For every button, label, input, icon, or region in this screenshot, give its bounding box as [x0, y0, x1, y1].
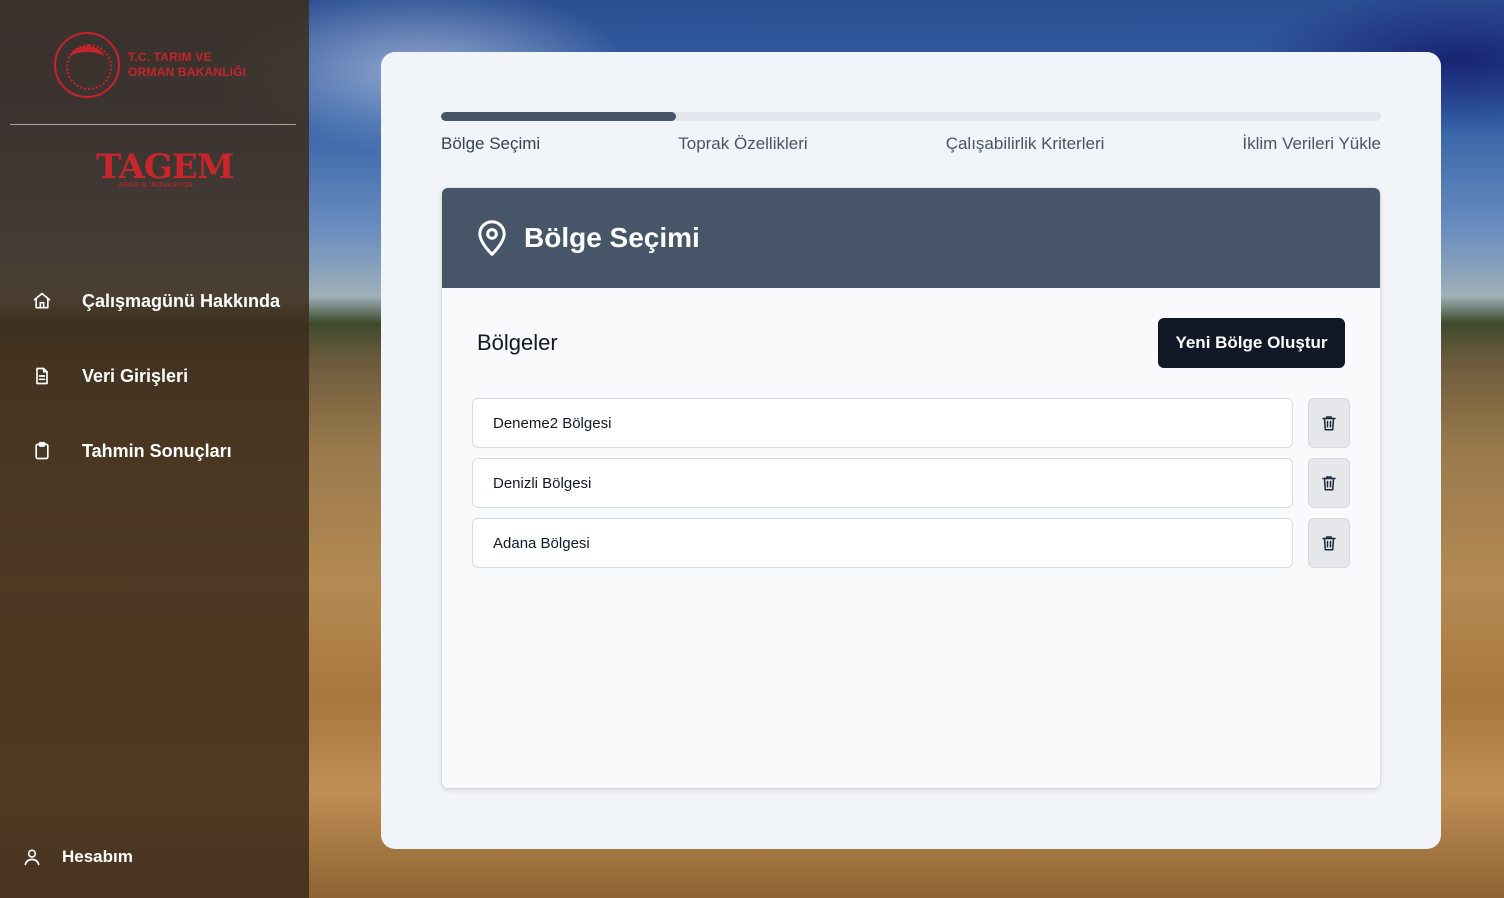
account-link[interactable]: Hesabım	[20, 842, 133, 872]
sidebar-divider	[10, 124, 296, 125]
delete-region-button[interactable]	[1308, 518, 1350, 568]
ministry-emblem-icon	[54, 32, 120, 98]
sidebar-item-data-entries[interactable]: Veri Girişleri	[30, 361, 188, 391]
trash-icon	[1320, 473, 1338, 493]
step-soil-properties[interactable]: Toprak Özellikleri	[678, 134, 807, 158]
region-field[interactable]: Adana Bölgesi	[472, 518, 1293, 568]
regions-heading: Bölgeler	[477, 330, 558, 355]
step-workability-criteria[interactable]: Çalışabilirlik Kriterleri	[946, 134, 1105, 158]
ministry-name-line1: T.C. TARIM VE	[128, 50, 212, 64]
sidebar-item-label: Tahmin Sonuçları	[82, 440, 232, 461]
region-row: Deneme2 Bölgesi	[472, 398, 1350, 448]
user-icon	[20, 845, 44, 869]
region-field[interactable]: Denizli Bölgesi	[472, 458, 1293, 508]
account-label: Hesabım	[62, 847, 133, 866]
region-row: Denizli Bölgesi	[472, 458, 1350, 508]
region-field[interactable]: Deneme2 Bölgesi	[472, 398, 1293, 448]
home-icon	[30, 289, 54, 313]
document-icon	[30, 364, 54, 388]
ministry-name-line2: ORMAN BAKANLIĞI	[128, 65, 247, 79]
sidebar-item-about[interactable]: Çalışmagünü Hakkında	[30, 286, 280, 316]
delete-region-button[interactable]	[1308, 398, 1350, 448]
region-row: Adana Bölgesi	[472, 518, 1350, 568]
region-selection-panel: Bölge Seçimi Bölgeler Yeni Bölge Oluştur…	[442, 188, 1380, 788]
panel-header: Bölge Seçimi	[442, 188, 1380, 288]
new-region-button[interactable]: Yeni Bölge Oluştur	[1158, 318, 1345, 368]
panel-title: Bölge Seçimi	[524, 222, 700, 253]
sidebar: T.C. TARIM VE ORMAN BAKANLIĞI TAGEM ARGE…	[0, 0, 309, 898]
wizard-progress-fill	[441, 112, 676, 121]
map-pin-icon	[474, 218, 510, 258]
sidebar-item-prediction-results[interactable]: Tahmin Sonuçları	[30, 436, 232, 466]
wizard-progress-bar	[441, 112, 1381, 121]
trash-icon	[1320, 533, 1338, 553]
wizard-steps: Bölge Seçimi Toprak Özellikleri Çalışabi…	[441, 134, 1381, 158]
wizard-card: Bölge Seçimi Toprak Özellikleri Çalışabi…	[381, 52, 1441, 849]
trash-icon	[1320, 413, 1338, 433]
sidebar-item-label: Veri Girişleri	[82, 365, 189, 386]
delete-region-button[interactable]	[1308, 458, 1350, 508]
tagem-logo-text: TAGEM	[96, 147, 234, 187]
ministry-logo: T.C. TARIM VE ORMAN BAKANLIĞI	[54, 30, 264, 100]
ministry-name: T.C. TARIM VE ORMAN BAKANLIĞI	[128, 50, 246, 80]
sidebar-item-label: Çalışmagünü Hakkında	[82, 290, 281, 311]
step-climate-data-upload[interactable]: İklim Verileri Yükle	[1242, 134, 1381, 158]
tagem-logo: TAGEM ARGE & İNOVASYON	[96, 147, 234, 189]
clipboard-icon	[30, 439, 54, 463]
step-region-selection[interactable]: Bölge Seçimi	[441, 134, 540, 158]
